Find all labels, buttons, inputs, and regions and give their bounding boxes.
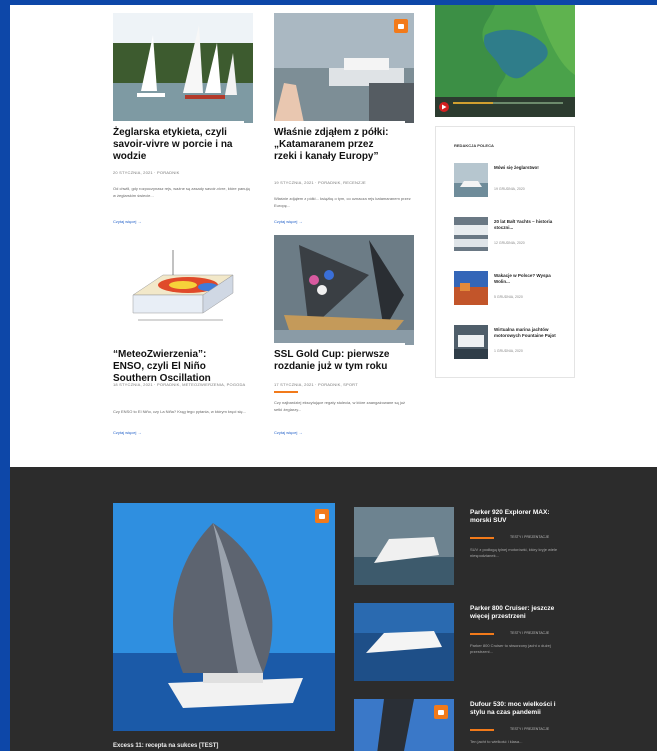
article-title[interactable]: Właśnie zdjąłem z półki: „Katamaranem pr… [274, 121, 405, 167]
dark-item-meta: TESTY I PREZENTACJE [510, 631, 550, 635]
camera-icon [394, 19, 408, 33]
featured-tests-section: Excess 11: recepta na sukces [TEST] Park… [10, 467, 657, 751]
sidebar-item-title[interactable]: Wakacje w Polsce? Wyspa Wolin... [494, 273, 564, 285]
article-image[interactable] [274, 235, 414, 345]
sidebar-item[interactable]: Wirtualna marina jachtów motorowych Foun… [454, 325, 564, 365]
divider [470, 537, 494, 539]
divider [274, 391, 298, 393]
camera-icon [315, 509, 329, 523]
article-card[interactable]: Właśnie zdjąłem z półki: „Katamaranem pr… [274, 13, 414, 228]
dark-item-image[interactable] [354, 699, 454, 751]
page: Żeglarska etykieta, czyli savoir-vivre w… [10, 5, 657, 751]
read-more-link[interactable]: Czytaj więcej → [113, 430, 141, 435]
article-title[interactable]: Żeglarska etykieta, czyli savoir-vivre w… [113, 121, 244, 167]
sidebar-item[interactable]: Wakacje w Polsce? Wyspa Wolin... 5 GRUDN… [454, 271, 564, 311]
dark-item-image[interactable] [354, 507, 454, 585]
dark-item-excerpt: Parker 800 Cruiser to stworzony jacht o … [470, 643, 551, 654]
sidebar-item-image[interactable] [454, 271, 488, 305]
dark-item-excerpt: SUV z podłogą tylnej motorówki, który kr… [470, 547, 558, 558]
weather-map-widget[interactable] [435, 5, 575, 117]
article-title[interactable]: SSL Gold Cup: pierwsze rozdanie już w ty… [274, 343, 405, 377]
sidebar-item-meta: 5 GRUDNIA, 2020 [494, 295, 523, 299]
read-more-link[interactable]: Czytaj więcej → [274, 430, 302, 435]
dark-list-item[interactable]: Parker 920 Explorer MAX: morski SUV TEST… [354, 507, 574, 587]
sidebar-title: REDAKCJA POLECA [454, 143, 494, 148]
sidebar-item[interactable]: Mówi się żeglarstwo! 19 GRUDNIA, 2020 [454, 163, 564, 203]
article-image[interactable] [274, 13, 414, 123]
article-excerpt: Właśnie zdjąłem z półki... książkę o tym… [274, 196, 411, 208]
read-more-link[interactable]: Czytaj więcej → [274, 219, 302, 224]
article-excerpt: Od chwili, gdy rozpoczynasz rejs, ważne … [113, 186, 250, 198]
article-image[interactable] [113, 235, 253, 345]
dark-item-meta: TESTY I PREZENTACJE [510, 727, 550, 731]
dark-item-title[interactable]: Parker 800 Cruiser: jeszcze więcej przes… [470, 605, 570, 621]
article-excerpt: Czy ENSO to El Niño, czy La Niña? Krąg t… [113, 409, 246, 414]
sidebar-item-image[interactable] [454, 217, 488, 251]
article-excerpt: Czy najbardziej ekscytujące regaty stule… [274, 400, 405, 412]
featured-article-title[interactable]: Excess 11: recepta na sukces [TEST] [113, 743, 353, 749]
article-card[interactable]: SSL Gold Cup: pierwsze rozdanie już w ty… [274, 235, 414, 435]
divider [470, 633, 494, 635]
divider [470, 729, 494, 731]
sidebar-item-meta: 1 GRUDNIA, 2020 [494, 349, 523, 353]
sidebar-item[interactable]: 20 lat Bałt Yachts – historia stoczni...… [454, 217, 564, 257]
sidebar-item-meta: 12 GRUDNIA, 2020 [494, 241, 525, 245]
camera-icon [434, 705, 448, 719]
read-more-link[interactable]: Czytaj więcej → [113, 219, 141, 224]
dark-item-title[interactable]: Parker 920 Explorer MAX: morski SUV [470, 509, 570, 525]
dark-item-excerpt: Ten jacht to wielkość i klasa... [470, 739, 523, 744]
article-meta: 18 STYCZNIA, 2021 · PORADNIK, METEOZWIER… [113, 382, 246, 387]
sidebar-item-image[interactable] [454, 163, 488, 197]
article-image[interactable] [113, 13, 253, 123]
sidebar-item-meta: 19 GRUDNIA, 2020 [494, 187, 525, 191]
recommended-sidebar: REDAKCJA POLECA Mówi się żeglarstwo! 19 … [435, 126, 575, 378]
sidebar-item-image[interactable] [454, 325, 488, 359]
dark-list-item[interactable]: Dufour 530: moc wielkości i stylu na cza… [354, 699, 574, 751]
dark-item-image[interactable] [354, 603, 454, 681]
article-meta: 17 STYCZNIA, 2021 · PORADNIK, SPORT [274, 382, 358, 387]
dark-item-title[interactable]: Dufour 530: moc wielkości i stylu na cza… [470, 701, 570, 717]
article-card[interactable]: Żeglarska etykieta, czyli savoir-vivre w… [113, 13, 253, 228]
article-meta: 19 STYCZNIA, 2021 · PORADNIK, RECENZJE [274, 180, 366, 185]
article-meta: 20 STYCZNIA, 2021 · PORADNIK [113, 170, 180, 175]
sidebar-item-title[interactable]: Wirtualna marina jachtów motorowych Foun… [494, 327, 564, 339]
dark-list-item[interactable]: Parker 800 Cruiser: jeszcze więcej przes… [354, 603, 574, 683]
featured-article-image[interactable] [113, 503, 335, 731]
dark-item-meta: TESTY I PREZENTACJE [510, 535, 550, 539]
sidebar-item-title[interactable]: 20 lat Bałt Yachts – historia stoczni... [494, 219, 564, 231]
sidebar-item-title[interactable]: Mówi się żeglarstwo! [494, 165, 564, 171]
article-card[interactable]: “MeteoZwierzenia”: ENSO, czyli El Niño S… [113, 235, 253, 435]
